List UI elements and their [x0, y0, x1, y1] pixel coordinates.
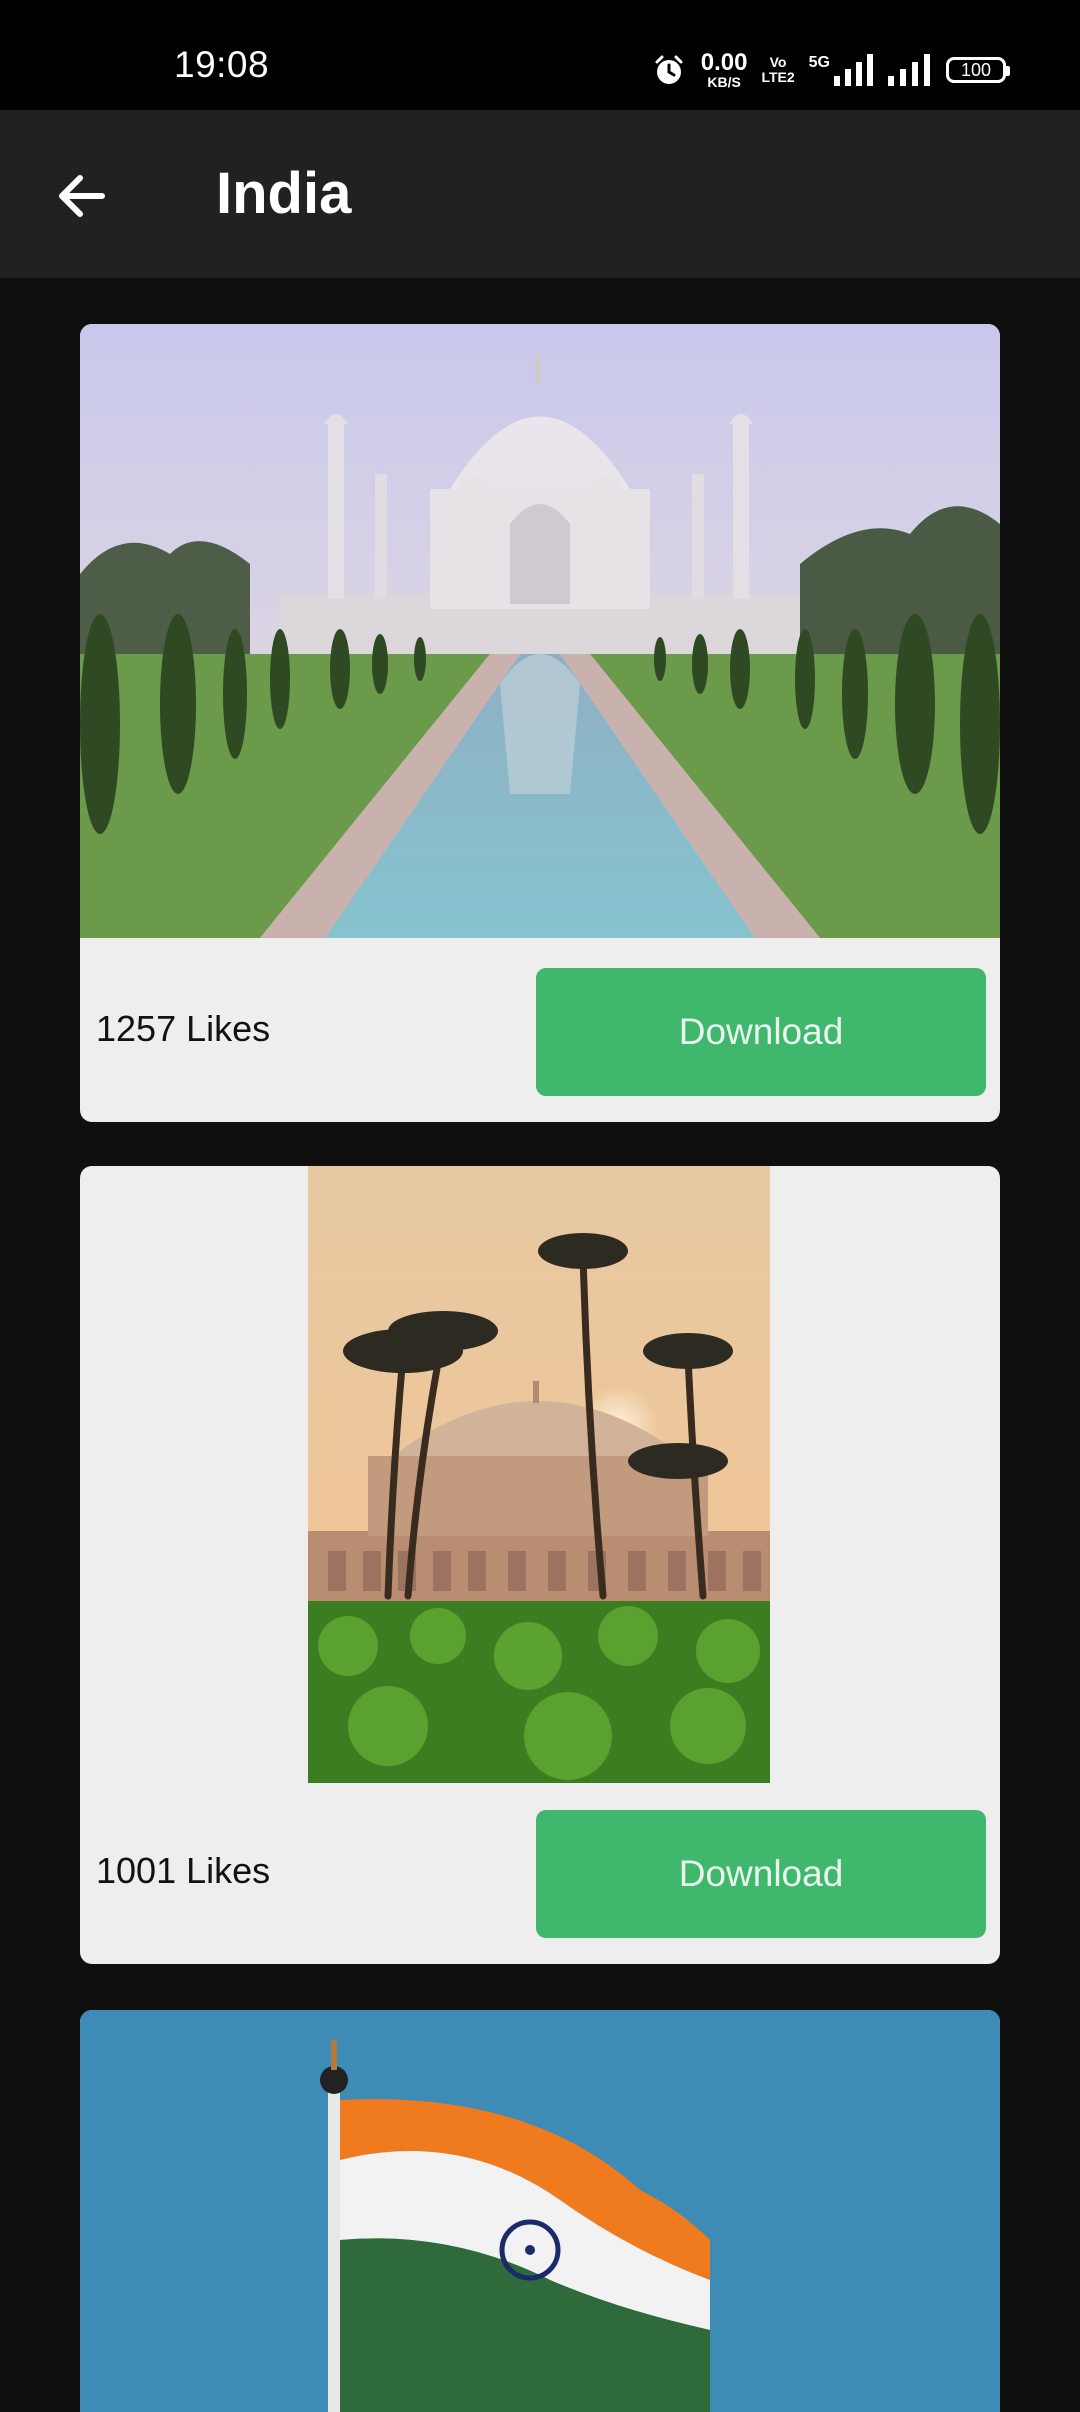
- signal-strength-icon: [834, 54, 873, 86]
- network-type: 5G: [808, 54, 830, 71]
- wallpaper-image[interactable]: [308, 1166, 770, 1783]
- back-button[interactable]: [46, 160, 118, 232]
- alarm-icon: [655, 55, 683, 84]
- download-button[interactable]: Download: [536, 1810, 986, 1938]
- signal-5g: 5G: [809, 54, 874, 86]
- wallpaper-card: 1257 Likes Download: [80, 324, 1000, 1122]
- likes-count: 1257 Likes: [96, 1008, 271, 1049]
- volte-top: Vo: [769, 54, 787, 71]
- wallpaper-card: [80, 2010, 1000, 2412]
- status-icons: 0.00 KB/S Vo LTE2 5G 100: [651, 40, 1010, 100]
- volte-indicator: Vo LTE2: [761, 55, 794, 84]
- network-speed-value: 0.00: [700, 49, 748, 76]
- likes-count: 1001 Likes: [96, 1850, 271, 1891]
- status-time: 19:08: [174, 44, 270, 85]
- signal-strength-icon-2: [888, 54, 930, 86]
- wallpaper-image[interactable]: [80, 324, 1000, 938]
- network-speed-unit: KB/S: [707, 74, 741, 90]
- battery-level: 100: [960, 59, 992, 80]
- volte-bottom: LTE2: [761, 69, 795, 85]
- wallpaper-card: 1001 Likes Download: [80, 1166, 1000, 1964]
- app-bar: India: [0, 110, 1080, 278]
- wallpaper-feed[interactable]: 1257 Likes Download 1001 Likes Download: [0, 278, 1080, 2412]
- battery-icon: 100: [946, 57, 1010, 83]
- arrow-left-icon: [59, 175, 105, 217]
- network-speed: 0.00 KB/S: [700, 49, 748, 90]
- wallpaper-image[interactable]: [80, 2010, 1000, 2412]
- download-button[interactable]: Download: [536, 968, 986, 1096]
- page-title: India: [216, 161, 352, 226]
- status-bar: 19:08 0.00 KB/S Vo LTE2 5G 100: [0, 0, 1080, 110]
